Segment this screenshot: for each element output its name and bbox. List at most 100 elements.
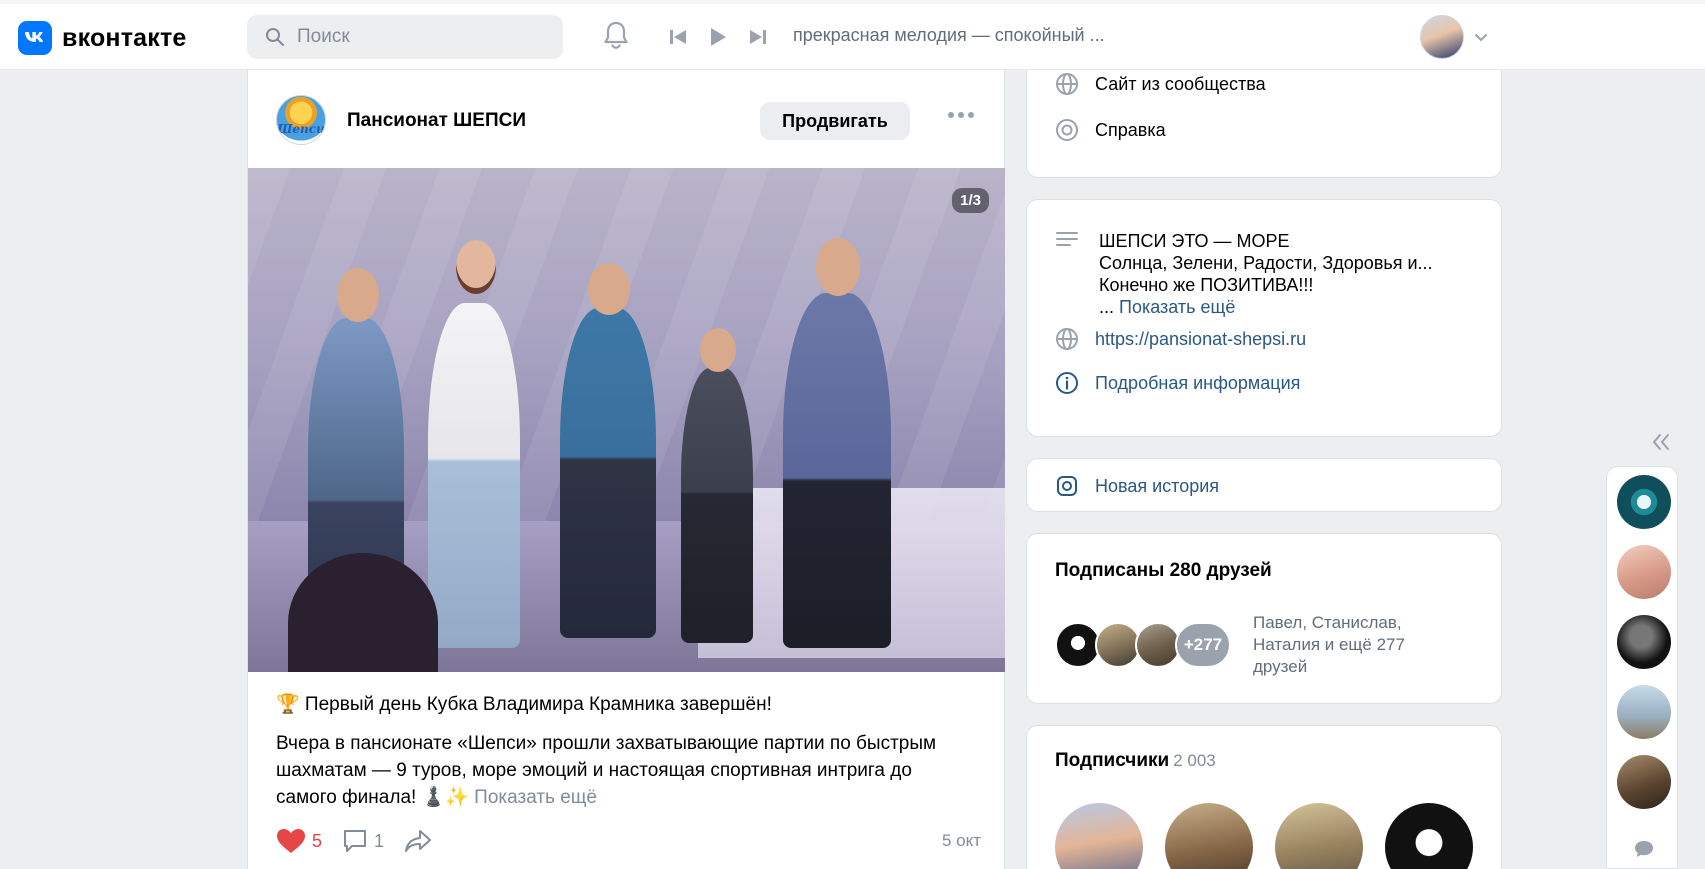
story-camera-icon	[1057, 476, 1077, 496]
website-icon-wrap	[1055, 327, 1079, 351]
photo-person	[681, 368, 753, 643]
photo-person-head	[700, 328, 736, 372]
search-icon	[266, 28, 284, 46]
more-dot	[948, 112, 954, 118]
chat-avatar[interactable]	[1617, 475, 1671, 529]
subscribers-count: 2 003	[1173, 751, 1216, 770]
subscriber-avatar[interactable]	[1385, 803, 1473, 869]
search-input[interactable]	[297, 26, 547, 48]
share-button[interactable]	[404, 829, 432, 853]
subscribers-title[interactable]: Подписчики 2 003	[1055, 750, 1216, 772]
prev-track-icon	[670, 30, 686, 44]
vk-logo-icon	[18, 21, 52, 55]
subscriber-avatar[interactable]	[1165, 803, 1253, 869]
profile-menu-button[interactable]	[1474, 30, 1488, 48]
more-dot	[968, 112, 974, 118]
friends-following-title: Подписаны 280 друзей	[1055, 560, 1272, 581]
chat-avatar[interactable]	[1617, 685, 1671, 739]
help-link[interactable]: Справка	[1055, 118, 1166, 142]
post-actions: 5 1 5 окт	[276, 826, 981, 856]
bell-icon	[604, 21, 628, 49]
subscribers-avatars	[1055, 803, 1473, 869]
group-name-link[interactable]: Пансионат ШЕПСИ	[347, 110, 526, 132]
post-header: Шепси Пансионат ШЕПСИ Продвигать	[248, 70, 1004, 168]
description-lines-icon	[1056, 232, 1078, 246]
subscribers-card: Подписчики 2 003	[1026, 725, 1502, 869]
community-site-link[interactable]: Сайт из сообщества	[1055, 72, 1266, 96]
post-title: 🏆 Первый день Кубка Владимира Крамника з…	[276, 694, 772, 715]
community-description: ШЕПСИ ЭТО — МОРЕ Солнца, Зелени, Радости…	[1099, 230, 1433, 318]
photo-person-head	[456, 240, 496, 294]
description-show-more-link[interactable]: Показать ещё	[1119, 297, 1235, 317]
website-link[interactable]: https://pansionat-shepsi.ru	[1095, 329, 1306, 350]
friends-more-badge[interactable]: +277	[1175, 622, 1231, 668]
community-info-card: ШЕПСИ ЭТО — МОРЕ Солнца, Зелени, Радости…	[1026, 199, 1502, 437]
chevron-down-icon	[1475, 34, 1487, 42]
messages-button[interactable]	[1633, 839, 1655, 864]
next-track-button[interactable]	[748, 24, 768, 50]
wall-post: Шепси Пансионат ШЕПСИ Продвигать 1/3 🏆 П…	[247, 70, 1005, 869]
friends-following-card[interactable]: Подписаны 280 друзей +277 Павел, Станисл…	[1026, 533, 1502, 704]
details-link[interactable]: Подробная информация	[1095, 373, 1300, 394]
description-line: Конечно же ПОЗИТИВА!!!	[1099, 275, 1314, 295]
help-label: Справка	[1095, 119, 1166, 140]
photo-person	[560, 308, 656, 638]
prev-track-button[interactable]	[668, 24, 688, 50]
double-chevron-left-icon	[1652, 434, 1669, 450]
description-more: ... Показать ещё	[1099, 296, 1433, 318]
chat-rail	[1606, 466, 1678, 869]
play-button[interactable]	[708, 24, 728, 50]
new-story-label: Новая история	[1095, 475, 1220, 496]
user-avatar[interactable]	[1420, 15, 1464, 59]
post-show-more-link[interactable]: Показать ещё	[474, 787, 597, 808]
info-icon	[1056, 372, 1078, 394]
website-row[interactable]: https://pansionat-shepsi.ru	[1055, 327, 1306, 351]
like-button[interactable]: 5	[276, 828, 322, 854]
photo-counter: 1/3	[952, 188, 989, 213]
description-ellipsis: ...	[1099, 297, 1115, 317]
story-icon-wrap	[1055, 474, 1079, 498]
current-track-title[interactable]: прекрасная мелодия — спокойный ...	[793, 25, 1105, 46]
vk-logo[interactable]: вконтакте	[18, 21, 187, 55]
share-icon	[405, 830, 432, 852]
more-dot	[958, 112, 964, 118]
post-date[interactable]: 5 окт	[942, 831, 981, 851]
subscriber-avatar[interactable]	[1275, 803, 1363, 869]
details-row[interactable]: Подробная информация	[1055, 371, 1300, 395]
chat-avatar[interactable]	[1617, 615, 1671, 669]
photo-person	[428, 303, 520, 648]
play-icon	[711, 28, 726, 46]
chat-avatar[interactable]	[1617, 755, 1671, 809]
help-icon-wrap	[1055, 118, 1079, 142]
chat-bubble-icon	[1635, 841, 1653, 857]
promote-button[interactable]: Продвигать	[760, 102, 910, 140]
new-story-row[interactable]: Новая история	[1055, 474, 1219, 498]
search-box[interactable]	[247, 15, 563, 59]
top-header: вконтакте прекрасная мелодия — спокойный…	[0, 0, 1705, 70]
photo-person-head	[816, 238, 860, 296]
heart-icon	[277, 829, 305, 853]
chat-avatar[interactable]	[1617, 545, 1671, 599]
globe-icon	[1056, 73, 1078, 95]
post-text-body: Вчера в пансионате «Шепси» прошли захват…	[276, 733, 937, 808]
description-line: ШЕПСИ ЭТО — МОРЕ	[1099, 231, 1290, 251]
globe-icon-wrap	[1055, 72, 1079, 96]
post-text: Вчера в пансионате «Шепси» прошли захват…	[276, 730, 976, 811]
help-lifebuoy-icon	[1056, 119, 1078, 141]
comment-button[interactable]: 1	[342, 829, 384, 853]
comment-icon	[344, 830, 367, 852]
post-more-button[interactable]	[948, 112, 974, 118]
subscriber-avatar[interactable]	[1055, 803, 1143, 869]
globe-icon	[1056, 328, 1078, 350]
collapse-rail-button[interactable]	[1651, 433, 1671, 456]
post-photo[interactable]: 1/3	[248, 168, 1005, 672]
like-count: 5	[312, 830, 323, 851]
group-avatar[interactable]: Шепси	[276, 95, 326, 145]
group-logo-text: Шепси	[277, 122, 325, 136]
notifications-button[interactable]	[602, 20, 630, 55]
comment-count: 1	[374, 830, 385, 851]
description-line: Солнца, Зелени, Радости, Здоровья и...	[1099, 253, 1433, 273]
friends-names-text: Павел, Станислав, Наталия и ещё 277 друз…	[1253, 613, 1405, 676]
community-links-card: Сайт из сообщества Справка	[1026, 70, 1502, 178]
new-story-card[interactable]: Новая история	[1026, 458, 1502, 512]
